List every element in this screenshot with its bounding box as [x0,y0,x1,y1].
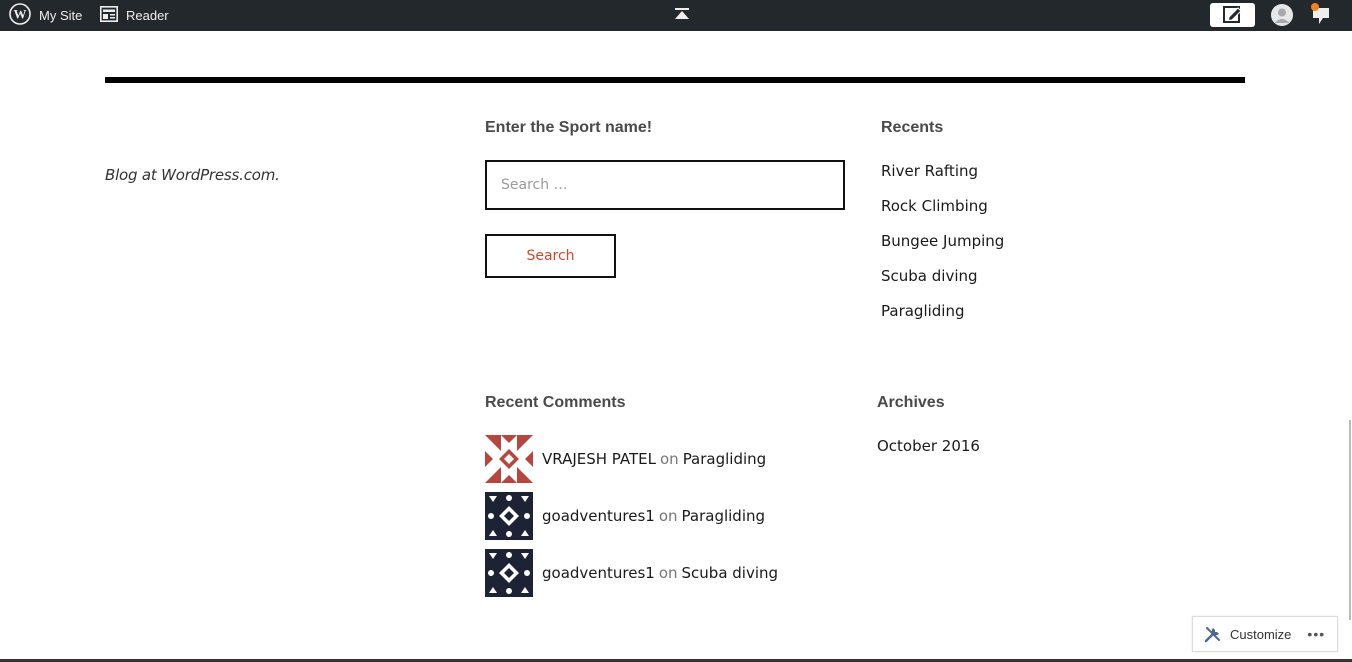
list-item: Bungee Jumping [881,230,1004,265]
archive-link[interactable]: October 2016 [877,437,980,455]
admin-bar: W My Site Reader [0,0,1352,31]
customize-label: Customize [1230,626,1292,642]
comment-item: goadventures1 on Paragliding [485,492,765,540]
list-item: October 2016 [877,435,980,470]
list-item: Scuba diving [881,265,1004,300]
reader-label: Reader [126,8,169,23]
comment-item: VRAJESH PATEL on Paragliding [485,435,766,483]
recents-list: River Rafting Rock Climbing Bungee Jumpi… [881,160,1004,335]
commenter-avatar-icon[interactable] [485,549,533,597]
recent-post-link[interactable]: Rock Climbing [881,197,988,215]
recents-widget-title: Recents [881,119,944,136]
list-item: Rock Climbing [881,195,1004,230]
notification-dot [1311,3,1319,11]
tools-icon [1204,625,1222,643]
customize-button[interactable]: Customize ••• [1192,616,1338,652]
wordpress-logo-icon: W [9,3,31,28]
comment-on-label: on [658,507,678,525]
svg-text:W: W [14,7,27,22]
search-button[interactable]: Search [485,234,616,278]
recent-post-link[interactable]: Bungee Jumping [881,232,1004,250]
reader-icon [100,6,118,25]
archives-widget-title: Archives [877,394,945,411]
search-input[interactable] [485,160,845,210]
scroll-to-top-icon[interactable] [674,7,690,24]
footer-divider [105,77,1245,83]
recent-comments-widget-title: Recent Comments [485,394,626,411]
commenter-avatar-icon[interactable] [485,492,533,540]
comment-post-link[interactable]: Paragliding [682,507,766,525]
comment-author-link[interactable]: goadventures1 [542,564,655,582]
my-site-label: My Site [39,8,83,23]
comment-on-label: on [660,450,679,468]
commenter-avatar-icon[interactable] [485,435,533,483]
reader-link[interactable]: Reader [100,0,169,31]
recent-post-link[interactable]: River Rafting [881,162,978,180]
comment-post-link[interactable]: Scuba diving [682,564,779,582]
comment-author-link[interactable]: goadventures1 [542,507,655,525]
avatar-icon[interactable] [1271,4,1293,26]
wordpress-credit-link[interactable]: Blog at WordPress.com. [105,166,280,184]
archives-list: October 2016 [877,435,980,470]
write-icon [1222,5,1243,26]
recent-post-link[interactable]: Paragliding [881,302,965,320]
comment-author-link[interactable]: VRAJESH PATEL [542,450,656,468]
list-item: River Rafting [881,160,1004,195]
write-button[interactable] [1210,3,1255,27]
list-item: Paragliding [881,300,1004,335]
comment-post-link[interactable]: Paragliding [683,450,767,468]
my-site-link[interactable]: W My Site [9,0,82,31]
scrollbar[interactable] [1349,420,1351,620]
search-widget-title: Enter the Sport name! [485,119,653,136]
comment-on-label: on [658,564,678,582]
more-options-icon[interactable]: ••• [1307,626,1325,642]
comment-item: goadventures1 on Scuba diving [485,549,778,597]
recent-post-link[interactable]: Scuba diving [881,267,978,285]
